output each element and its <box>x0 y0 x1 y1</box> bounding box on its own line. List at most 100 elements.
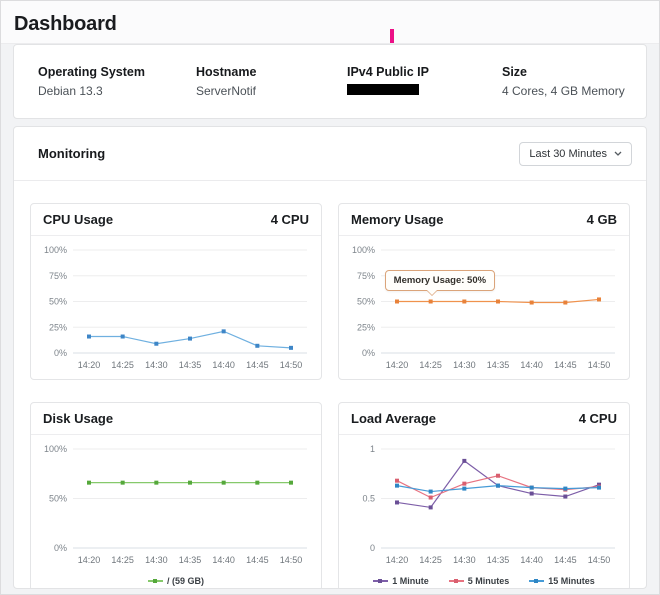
data-point[interactable] <box>496 299 500 304</box>
legend-item[interactable]: 15 Minutes <box>529 576 595 586</box>
x-tick-label: 14:45 <box>246 360 269 370</box>
time-range-selector[interactable]: Last 30 Minutes <box>519 141 632 166</box>
data-point[interactable] <box>597 297 601 302</box>
y-tick-label: 1 <box>370 444 375 454</box>
y-tick-label: 50% <box>357 297 375 307</box>
load-average-plot: 0 0.5 1 14:20 14:25 14:30 14:35 14:40 14:45 14:50 <box>362 444 615 565</box>
data-point[interactable] <box>563 300 568 305</box>
chart-title: Load Average <box>351 411 437 426</box>
x-tick-label: 14:30 <box>453 360 476 370</box>
data-point[interactable] <box>428 505 433 510</box>
data-point[interactable] <box>428 489 433 494</box>
data-point[interactable] <box>154 341 159 346</box>
x-tick-label: 14:25 <box>111 360 134 370</box>
x-tick-label: 14:25 <box>419 555 442 565</box>
chart-legend: 1 Minute 5 Minutes 15 Minutes <box>339 576 629 586</box>
data-point[interactable] <box>188 336 192 341</box>
x-tick-label: 14:45 <box>246 555 269 565</box>
data-point[interactable] <box>289 345 293 350</box>
data-point[interactable] <box>120 334 125 339</box>
x-tick-label: 14:20 <box>386 360 409 370</box>
data-point[interactable] <box>255 480 260 485</box>
data-point[interactable] <box>395 500 399 505</box>
data-point[interactable] <box>462 486 467 491</box>
time-range-value: Last 30 Minutes <box>529 147 607 160</box>
legend-label: 1 Minute <box>392 576 429 586</box>
y-tick-label: 100% <box>44 245 67 255</box>
data-point[interactable] <box>120 480 125 485</box>
data-point[interactable] <box>395 299 399 304</box>
x-tick-label: 14:40 <box>212 360 235 370</box>
data-point[interactable] <box>395 478 399 483</box>
x-tick-label: 14:50 <box>280 555 303 565</box>
legend-item[interactable]: 5 Minutes <box>448 576 510 586</box>
server-info-card: Operating System Debian 13.3 Hostname Se… <box>13 44 647 119</box>
y-tick-label: 75% <box>357 271 375 281</box>
y-tick-label: 50% <box>49 297 67 307</box>
disk-usage-plot: 0% 50% 100% 14:20 14:25 14:30 14:35 14:40 14:45 1… <box>44 444 307 565</box>
chart-unit-label: 4 CPU <box>578 411 617 426</box>
data-point[interactable] <box>154 480 159 485</box>
data-point[interactable] <box>496 483 500 488</box>
pink-cursor-marker <box>390 29 394 43</box>
info-field-ipv4-public-ip: IPv4 Public IP <box>347 65 502 118</box>
data-point[interactable] <box>428 495 433 500</box>
x-tick-label: 14:45 <box>554 555 577 565</box>
x-tick-label: 14:20 <box>78 360 101 370</box>
data-point[interactable] <box>395 483 399 488</box>
y-tick-label: 75% <box>49 271 67 281</box>
memory-usage-chart-card: Memory Usage 4 GB Memory Usage: 50% 0% 25… <box>338 203 630 380</box>
info-field-label: IPv4 Public IP <box>347 65 429 79</box>
data-point[interactable] <box>188 480 192 485</box>
info-field-hostname: Hostname ServerNotif <box>196 65 347 118</box>
x-tick-label: 14:50 <box>588 360 611 370</box>
legend-label: 5 Minutes <box>467 576 510 586</box>
chart-header: Load Average 4 CPU <box>339 403 629 435</box>
data-point[interactable] <box>221 329 226 334</box>
data-point[interactable] <box>563 494 568 499</box>
x-tick-label: 14:40 <box>520 555 543 565</box>
page-title: Dashboard <box>14 13 117 35</box>
data-point[interactable] <box>597 485 601 490</box>
page-body: Operating System Debian 13.3 Hostname Se… <box>1 44 659 589</box>
chart-header: CPU Usage 4 CPU <box>31 204 321 236</box>
data-point[interactable] <box>289 480 293 485</box>
x-tick-label: 14:35 <box>487 360 510 370</box>
data-point[interactable] <box>462 458 467 463</box>
chart-title: Disk Usage <box>43 411 114 426</box>
data-point[interactable] <box>87 480 91 485</box>
cpu-usage-chart-card: CPU Usage 4 CPU 0% 25% 50% 75% 100% 14:20 14:2… <box>30 203 322 380</box>
data-point[interactable] <box>87 334 91 339</box>
x-tick-label: 14:30 <box>145 555 168 565</box>
x-tick-label: 14:40 <box>520 360 543 370</box>
y-tick-label: 0% <box>362 348 375 358</box>
x-tick-label: 14:50 <box>280 360 303 370</box>
info-field-label: Operating System <box>38 65 145 79</box>
x-tick-label: 14:30 <box>145 360 168 370</box>
data-point[interactable] <box>496 473 500 478</box>
data-point[interactable] <box>563 486 568 491</box>
data-point[interactable] <box>529 300 534 305</box>
dashboard-screen: Dashboard Operating System Debian 13.3 H… <box>0 0 660 595</box>
legend-label: 15 Minutes <box>548 576 595 586</box>
data-point[interactable] <box>529 485 534 490</box>
legend-item[interactable]: / (59 GB) <box>147 576 204 586</box>
y-tick-label: 100% <box>44 444 67 454</box>
x-tick-label: 14:35 <box>487 555 510 565</box>
chart-title: CPU Usage <box>43 212 114 227</box>
legend-item[interactable]: 1 Minute <box>373 576 429 586</box>
x-tick-label: 14:35 <box>179 555 202 565</box>
y-tick-label: 100% <box>352 245 375 255</box>
legend-label: / (59 GB) <box>166 576 204 586</box>
y-tick-label: 0% <box>54 543 67 553</box>
y-tick-label: 0.5 <box>362 494 375 504</box>
data-point[interactable] <box>221 480 226 485</box>
redacted-ip-value <box>347 84 419 95</box>
data-point[interactable] <box>462 481 467 486</box>
data-point[interactable] <box>428 299 433 304</box>
x-tick-label: 14:40 <box>212 555 235 565</box>
data-point[interactable] <box>529 491 534 496</box>
data-point[interactable] <box>462 299 467 304</box>
data-point[interactable] <box>255 343 260 348</box>
info-field-size: Size 4 Cores, 4 GB Memory <box>502 65 646 118</box>
